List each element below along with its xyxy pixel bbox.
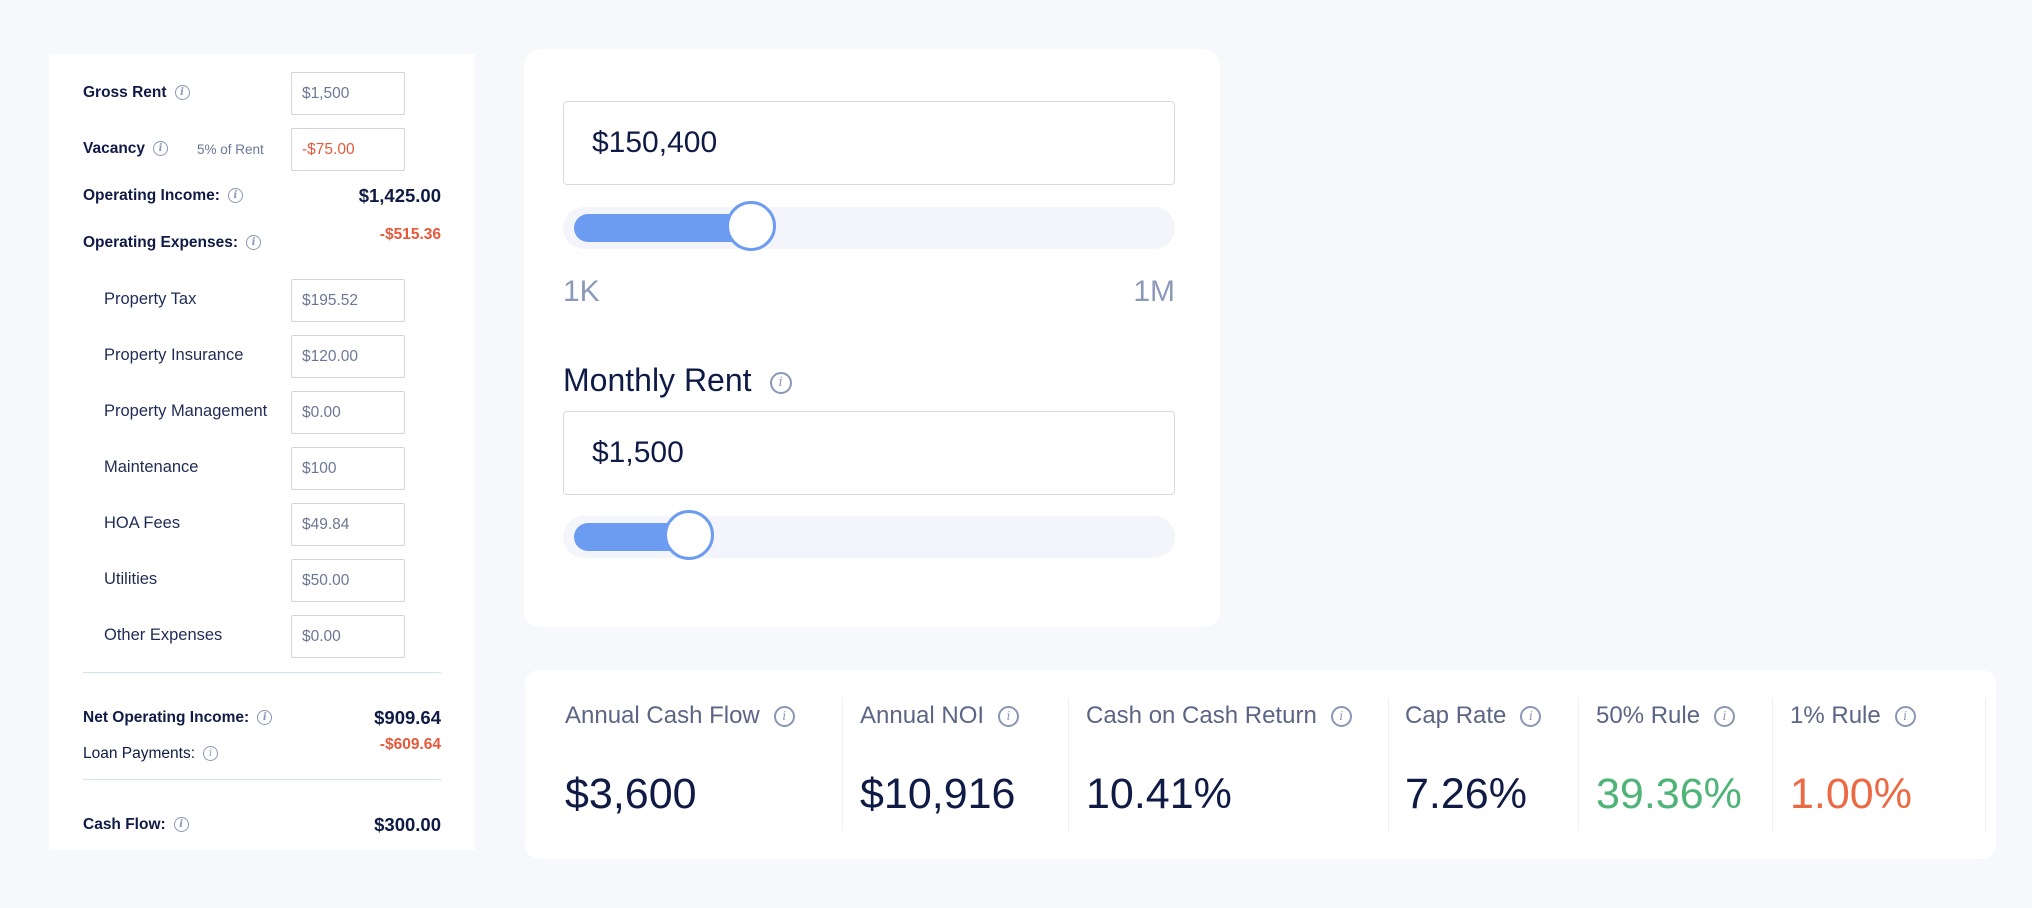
divider xyxy=(1772,698,1773,831)
purchase-price-slider[interactable] xyxy=(563,201,1175,251)
gross-rent-label: Gross Rent xyxy=(83,84,167,101)
divider xyxy=(1985,698,1986,831)
net-operating-income-row: Net Operating Income: i xyxy=(83,709,273,727)
purchase-price-input[interactable]: $150,400 xyxy=(563,101,1175,185)
info-icon[interactable]: i xyxy=(153,141,169,157)
property-insurance-input[interactable]: $120.00 xyxy=(291,335,405,378)
monthly-rent-slider[interactable] xyxy=(563,510,1175,560)
loan-payments-label: Loan Payments: xyxy=(83,745,196,762)
hoa-fees-input[interactable]: $49.84 xyxy=(291,503,405,546)
utilities-input[interactable]: $50.00 xyxy=(291,559,405,602)
metric-label-text: Annual Cash Flow xyxy=(565,702,760,729)
metric-value: $3,600 xyxy=(565,770,697,818)
price-rent-sliders-card: $150,400 1K 1M Monthly Rent i $1,500 xyxy=(524,49,1220,627)
expense-label-maintenance: Maintenance xyxy=(104,458,199,476)
expense-label-utilities: Utilities xyxy=(104,570,158,588)
metric-label: 50% Rule i xyxy=(1596,702,1736,730)
metric-label: Annual Cash Flow i xyxy=(565,702,795,730)
property-tax-input[interactable]: $195.52 xyxy=(291,279,405,322)
info-icon[interactable]: i xyxy=(769,371,792,394)
metric-label-text: 1% Rule xyxy=(1790,702,1881,729)
loan-payments-row: Loan Payments: i xyxy=(83,745,219,763)
net-operating-income-value: $909.64 xyxy=(374,707,441,728)
info-icon[interactable]: i xyxy=(1520,706,1542,728)
slider-min-label: 1K xyxy=(563,275,600,308)
metric-label: Cap Rate i xyxy=(1405,702,1542,730)
gross-rent-input[interactable]: $1,500 xyxy=(291,72,405,115)
cash-flow-value: $300.00 xyxy=(374,814,441,835)
info-icon[interactable]: i xyxy=(998,706,1020,728)
operating-expenses-row: Operating Expenses: i xyxy=(83,234,262,252)
info-icon[interactable]: i xyxy=(257,710,273,726)
expense-label-property-management: Property Management xyxy=(104,402,268,420)
expense-label-other-expenses: Other Expenses xyxy=(104,626,223,644)
info-icon[interactable]: i xyxy=(203,746,219,762)
metric-label-text: Annual NOI xyxy=(860,702,985,729)
metric-label: Cash on Cash Return i xyxy=(1086,702,1352,730)
metric-value: $10,916 xyxy=(860,770,1016,818)
info-icon[interactable]: i xyxy=(174,85,190,101)
operating-income-value: $1,425.00 xyxy=(358,185,441,206)
vacancy-row: Vacancy i xyxy=(83,140,169,158)
metric-label-text: 50% Rule xyxy=(1596,702,1701,729)
maintenance-input[interactable]: $100 xyxy=(291,447,405,490)
metric-label-text: Cash on Cash Return xyxy=(1086,702,1317,729)
gross-rent-row: Gross Rent i xyxy=(83,84,190,102)
info-icon[interactable]: i xyxy=(773,706,795,728)
metrics-card: Annual Cash Flow i $3,600 Annual NOI i $10… xyxy=(525,670,1996,859)
monthly-rent-input[interactable]: $1,500 xyxy=(563,411,1175,495)
expense-label-property-insurance: Property Insurance xyxy=(104,346,244,364)
slider-thumb[interactable] xyxy=(726,201,776,251)
metric-label: Annual NOI i xyxy=(860,702,1020,730)
divider xyxy=(1578,698,1579,831)
divider xyxy=(83,672,441,673)
monthly-rent-heading: Monthly Rent xyxy=(563,362,752,398)
expense-label-property-tax: Property Tax xyxy=(104,290,197,308)
info-icon[interactable]: i xyxy=(1714,706,1736,728)
vacancy-input[interactable]: -$75.00 xyxy=(291,128,405,171)
divider xyxy=(1388,698,1389,831)
vacancy-label: Vacancy xyxy=(83,140,146,157)
info-icon[interactable]: i xyxy=(227,188,243,204)
info-icon[interactable]: i xyxy=(246,235,262,251)
metric-label: 1% Rule i xyxy=(1790,702,1916,730)
metric-label-text: Cap Rate xyxy=(1405,702,1507,729)
other-expenses-input[interactable]: $0.00 xyxy=(291,615,405,658)
info-icon[interactable]: i xyxy=(173,817,189,833)
expense-breakdown-panel: Gross Rent i $1,500 Vacancy i 5% of Rent -… xyxy=(49,54,475,850)
info-icon[interactable]: i xyxy=(1894,706,1916,728)
vacancy-note: 5% of Rent xyxy=(197,142,264,157)
slider-thumb[interactable] xyxy=(664,510,714,560)
divider xyxy=(83,779,441,780)
cash-flow-row: Cash Flow: i xyxy=(83,816,189,834)
loan-payments-value: -$609.64 xyxy=(379,736,441,753)
expense-label-hoa-fees: HOA Fees xyxy=(104,514,181,532)
divider xyxy=(842,698,843,831)
metric-value: 7.26% xyxy=(1405,770,1527,818)
cash-flow-label: Cash Flow: xyxy=(83,816,166,833)
operating-income-label: Operating Income: xyxy=(83,187,220,204)
operating-expenses-value: -$515.36 xyxy=(379,226,441,243)
operating-expenses-label: Operating Expenses: xyxy=(83,234,239,251)
operating-income-row: Operating Income: i xyxy=(83,187,243,205)
metric-value: 39.36% xyxy=(1596,770,1742,818)
slider-fill xyxy=(574,214,751,242)
metric-value: 1.00% xyxy=(1790,770,1912,818)
property-management-input[interactable]: $0.00 xyxy=(291,391,405,434)
slider-max-label: 1M xyxy=(1133,275,1175,308)
metric-value: 10.41% xyxy=(1086,770,1232,818)
monthly-rent-title: Monthly Rent i xyxy=(563,362,792,399)
net-operating-income-label: Net Operating Income: xyxy=(83,709,250,726)
divider xyxy=(1068,698,1069,831)
info-icon[interactable]: i xyxy=(1330,706,1352,728)
